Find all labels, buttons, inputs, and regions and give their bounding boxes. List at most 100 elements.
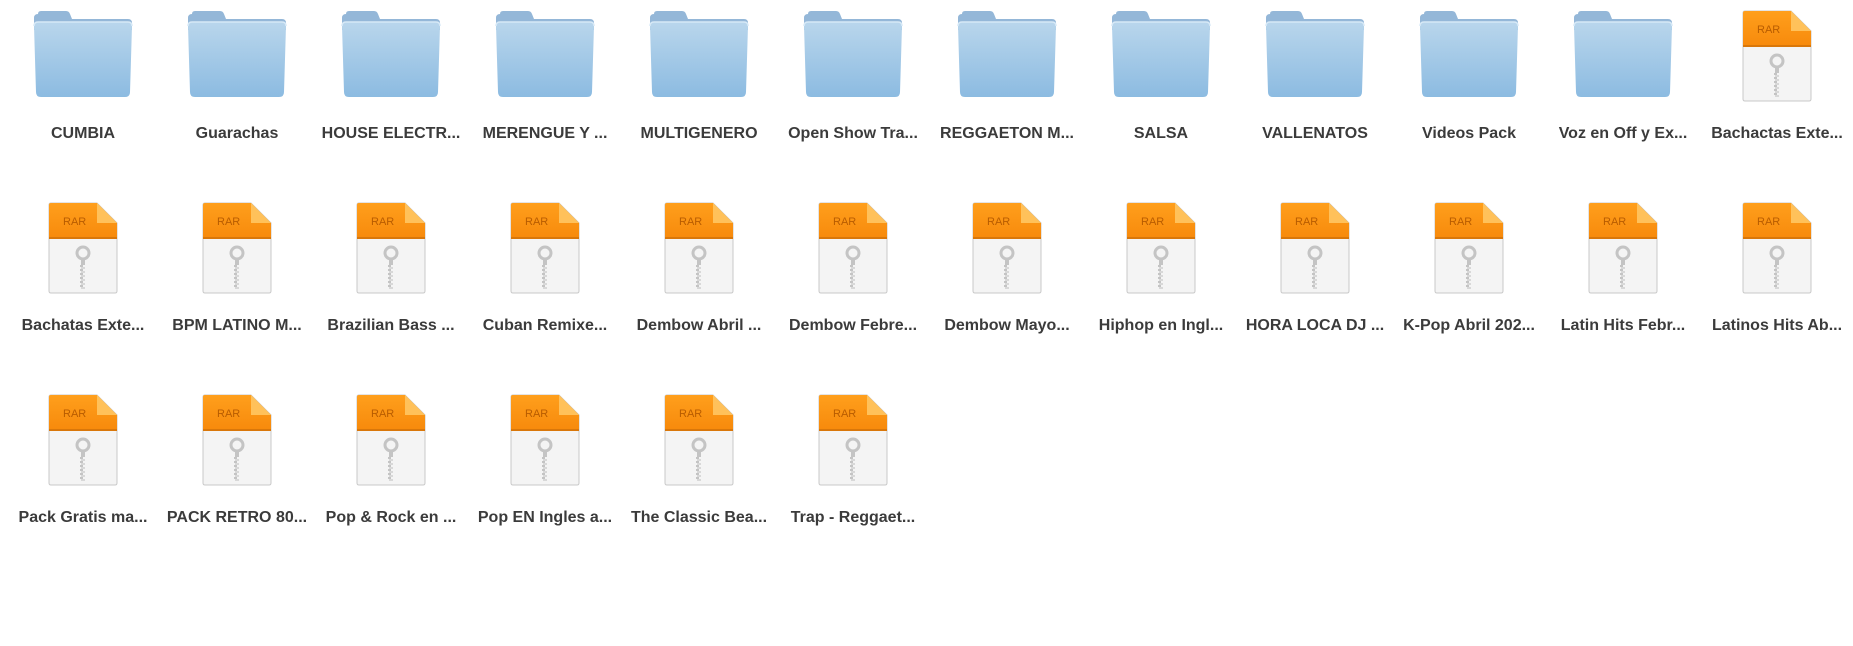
rar-badge-text: RAR	[371, 216, 394, 228]
item-label: Dembow Abril ...	[636, 317, 762, 334]
folder-item[interactable]: VALLENATOS	[1238, 0, 1392, 150]
item-label: Voz en Off y Ex...	[1558, 125, 1688, 142]
folder-icon	[1419, 11, 1519, 97]
icon-container: RAR	[930, 192, 1084, 317]
icon-container: RAR	[160, 192, 314, 317]
rar-badge-text: RAR	[63, 408, 86, 420]
rar-file-item[interactable]: RAR BPM LATINO M...	[160, 192, 314, 342]
icon-container: RAR	[1546, 192, 1700, 317]
file-grid: CUMBIA Guarachas HOUSE ELECTR... MERENGU…	[0, 0, 1853, 646]
rar-archive-icon: RAR	[664, 394, 734, 486]
rar-archive-icon: RAR	[202, 394, 272, 486]
rar-archive-icon: RAR	[1588, 202, 1658, 294]
folder-icon	[187, 11, 287, 97]
item-label: PACK RETRO 80...	[166, 509, 308, 526]
icon-container: RAR	[776, 384, 930, 509]
rar-archive-icon: RAR	[1742, 10, 1812, 102]
item-label: CUMBIA	[51, 125, 115, 142]
folder-item[interactable]: Guarachas	[160, 0, 314, 150]
icon-container: RAR	[6, 192, 160, 317]
rar-badge-text: RAR	[1449, 216, 1472, 228]
folder-icon	[1573, 11, 1673, 97]
icon-container	[622, 0, 776, 125]
item-label: K-Pop Abril 202...	[1403, 317, 1535, 334]
rar-file-item[interactable]: RAR Latin Hits Febr...	[1546, 192, 1700, 342]
folder-item[interactable]: Open Show Tra...	[776, 0, 930, 150]
rar-badge-text: RAR	[1757, 216, 1780, 228]
rar-badge-text: RAR	[217, 216, 240, 228]
icon-container: RAR	[622, 192, 776, 317]
icon-container	[1238, 0, 1392, 125]
rar-badge-text: RAR	[987, 216, 1010, 228]
rar-archive-icon: RAR	[356, 202, 426, 294]
item-label: SALSA	[1133, 125, 1189, 142]
item-label: Dembow Mayo...	[944, 317, 1070, 334]
rar-file-item[interactable]: RAR HORA LOCA DJ ...	[1238, 192, 1392, 342]
rar-file-item[interactable]: RAR K-Pop Abril 202...	[1392, 192, 1546, 342]
item-label: Hiphop en Ingl...	[1098, 317, 1224, 334]
rar-archive-icon: RAR	[818, 202, 888, 294]
item-label: Cuban Remixe...	[482, 317, 608, 334]
folder-item[interactable]: MERENGUE Y ...	[468, 0, 622, 150]
folder-item[interactable]: Videos Pack	[1392, 0, 1546, 150]
rar-archive-icon: RAR	[664, 202, 734, 294]
item-label: MERENGUE Y ...	[482, 125, 608, 142]
rar-archive-icon: RAR	[1742, 202, 1812, 294]
item-label: REGGAETON M...	[940, 125, 1074, 142]
icon-container: RAR	[622, 384, 776, 509]
icon-container	[1546, 0, 1700, 125]
item-label: Open Show Tra...	[788, 125, 918, 142]
rar-file-item[interactable]: RAR Brazilian Bass ...	[314, 192, 468, 342]
folder-item[interactable]: MULTIGENERO	[622, 0, 776, 150]
rar-file-item[interactable]: RAR PACK RETRO 80...	[160, 384, 314, 534]
rar-file-item[interactable]: RAR Dembow Abril ...	[622, 192, 776, 342]
item-label: VALLENATOS	[1262, 125, 1368, 142]
rar-file-item[interactable]: RAR Cuban Remixe...	[468, 192, 622, 342]
rar-file-item[interactable]: RAR Pack Gratis ma...	[6, 384, 160, 534]
rar-archive-icon: RAR	[972, 202, 1042, 294]
folder-icon	[1111, 11, 1211, 97]
rar-badge-text: RAR	[679, 216, 702, 228]
rar-badge-text: RAR	[217, 408, 240, 420]
rar-badge-text: RAR	[833, 408, 856, 420]
folder-item[interactable]: HOUSE ELECTR...	[314, 0, 468, 150]
item-label: Pack Gratis ma...	[18, 509, 148, 526]
rar-archive-icon: RAR	[818, 394, 888, 486]
icon-container: RAR	[1084, 192, 1238, 317]
rar-badge-text: RAR	[63, 216, 86, 228]
rar-file-item[interactable]: RAR Latinos Hits Ab...	[1700, 192, 1853, 342]
folder-icon	[803, 11, 903, 97]
folder-item[interactable]: SALSA	[1084, 0, 1238, 150]
rar-badge-text: RAR	[679, 408, 702, 420]
rar-badge-text: RAR	[371, 408, 394, 420]
folder-item[interactable]: Voz en Off y Ex...	[1546, 0, 1700, 150]
rar-badge-text: RAR	[525, 216, 548, 228]
rar-badge-text: RAR	[1141, 216, 1164, 228]
rar-file-item[interactable]: RAR Dembow Febre...	[776, 192, 930, 342]
folder-item[interactable]: REGGAETON M...	[930, 0, 1084, 150]
rar-file-item[interactable]: RAR Dembow Mayo...	[930, 192, 1084, 342]
icon-container	[776, 0, 930, 125]
rar-file-item[interactable]: RAR Trap - Reggaet...	[776, 384, 930, 534]
folder-icon	[1265, 11, 1365, 97]
icon-container: RAR	[314, 192, 468, 317]
rar-file-item[interactable]: RAR The Classic Bea...	[622, 384, 776, 534]
icon-container: RAR	[1392, 192, 1546, 317]
rar-file-item[interactable]: RAR Bachatas Exte...	[6, 192, 160, 342]
rar-badge-text: RAR	[1295, 216, 1318, 228]
rar-file-item[interactable]: RAR Pop & Rock en ...	[314, 384, 468, 534]
rar-badge-text: RAR	[1603, 216, 1626, 228]
folder-icon	[495, 11, 595, 97]
folder-item[interactable]: CUMBIA	[6, 0, 160, 150]
item-label: Brazilian Bass ...	[327, 317, 455, 334]
item-label: Guarachas	[195, 125, 279, 142]
rar-archive-icon: RAR	[1126, 202, 1196, 294]
item-label: Pop & Rock en ...	[325, 509, 457, 526]
rar-file-item[interactable]: RAR Pop EN Ingles a...	[468, 384, 622, 534]
rar-file-item[interactable]: RAR Hiphop en Ingl...	[1084, 192, 1238, 342]
rar-archive-icon: RAR	[48, 202, 118, 294]
rar-file-item[interactable]: RAR Bachactas Exte...	[1700, 0, 1853, 150]
item-label: Dembow Febre...	[788, 317, 918, 334]
item-label: HOUSE ELECTR...	[321, 125, 461, 142]
rar-badge-text: RAR	[1757, 24, 1780, 36]
